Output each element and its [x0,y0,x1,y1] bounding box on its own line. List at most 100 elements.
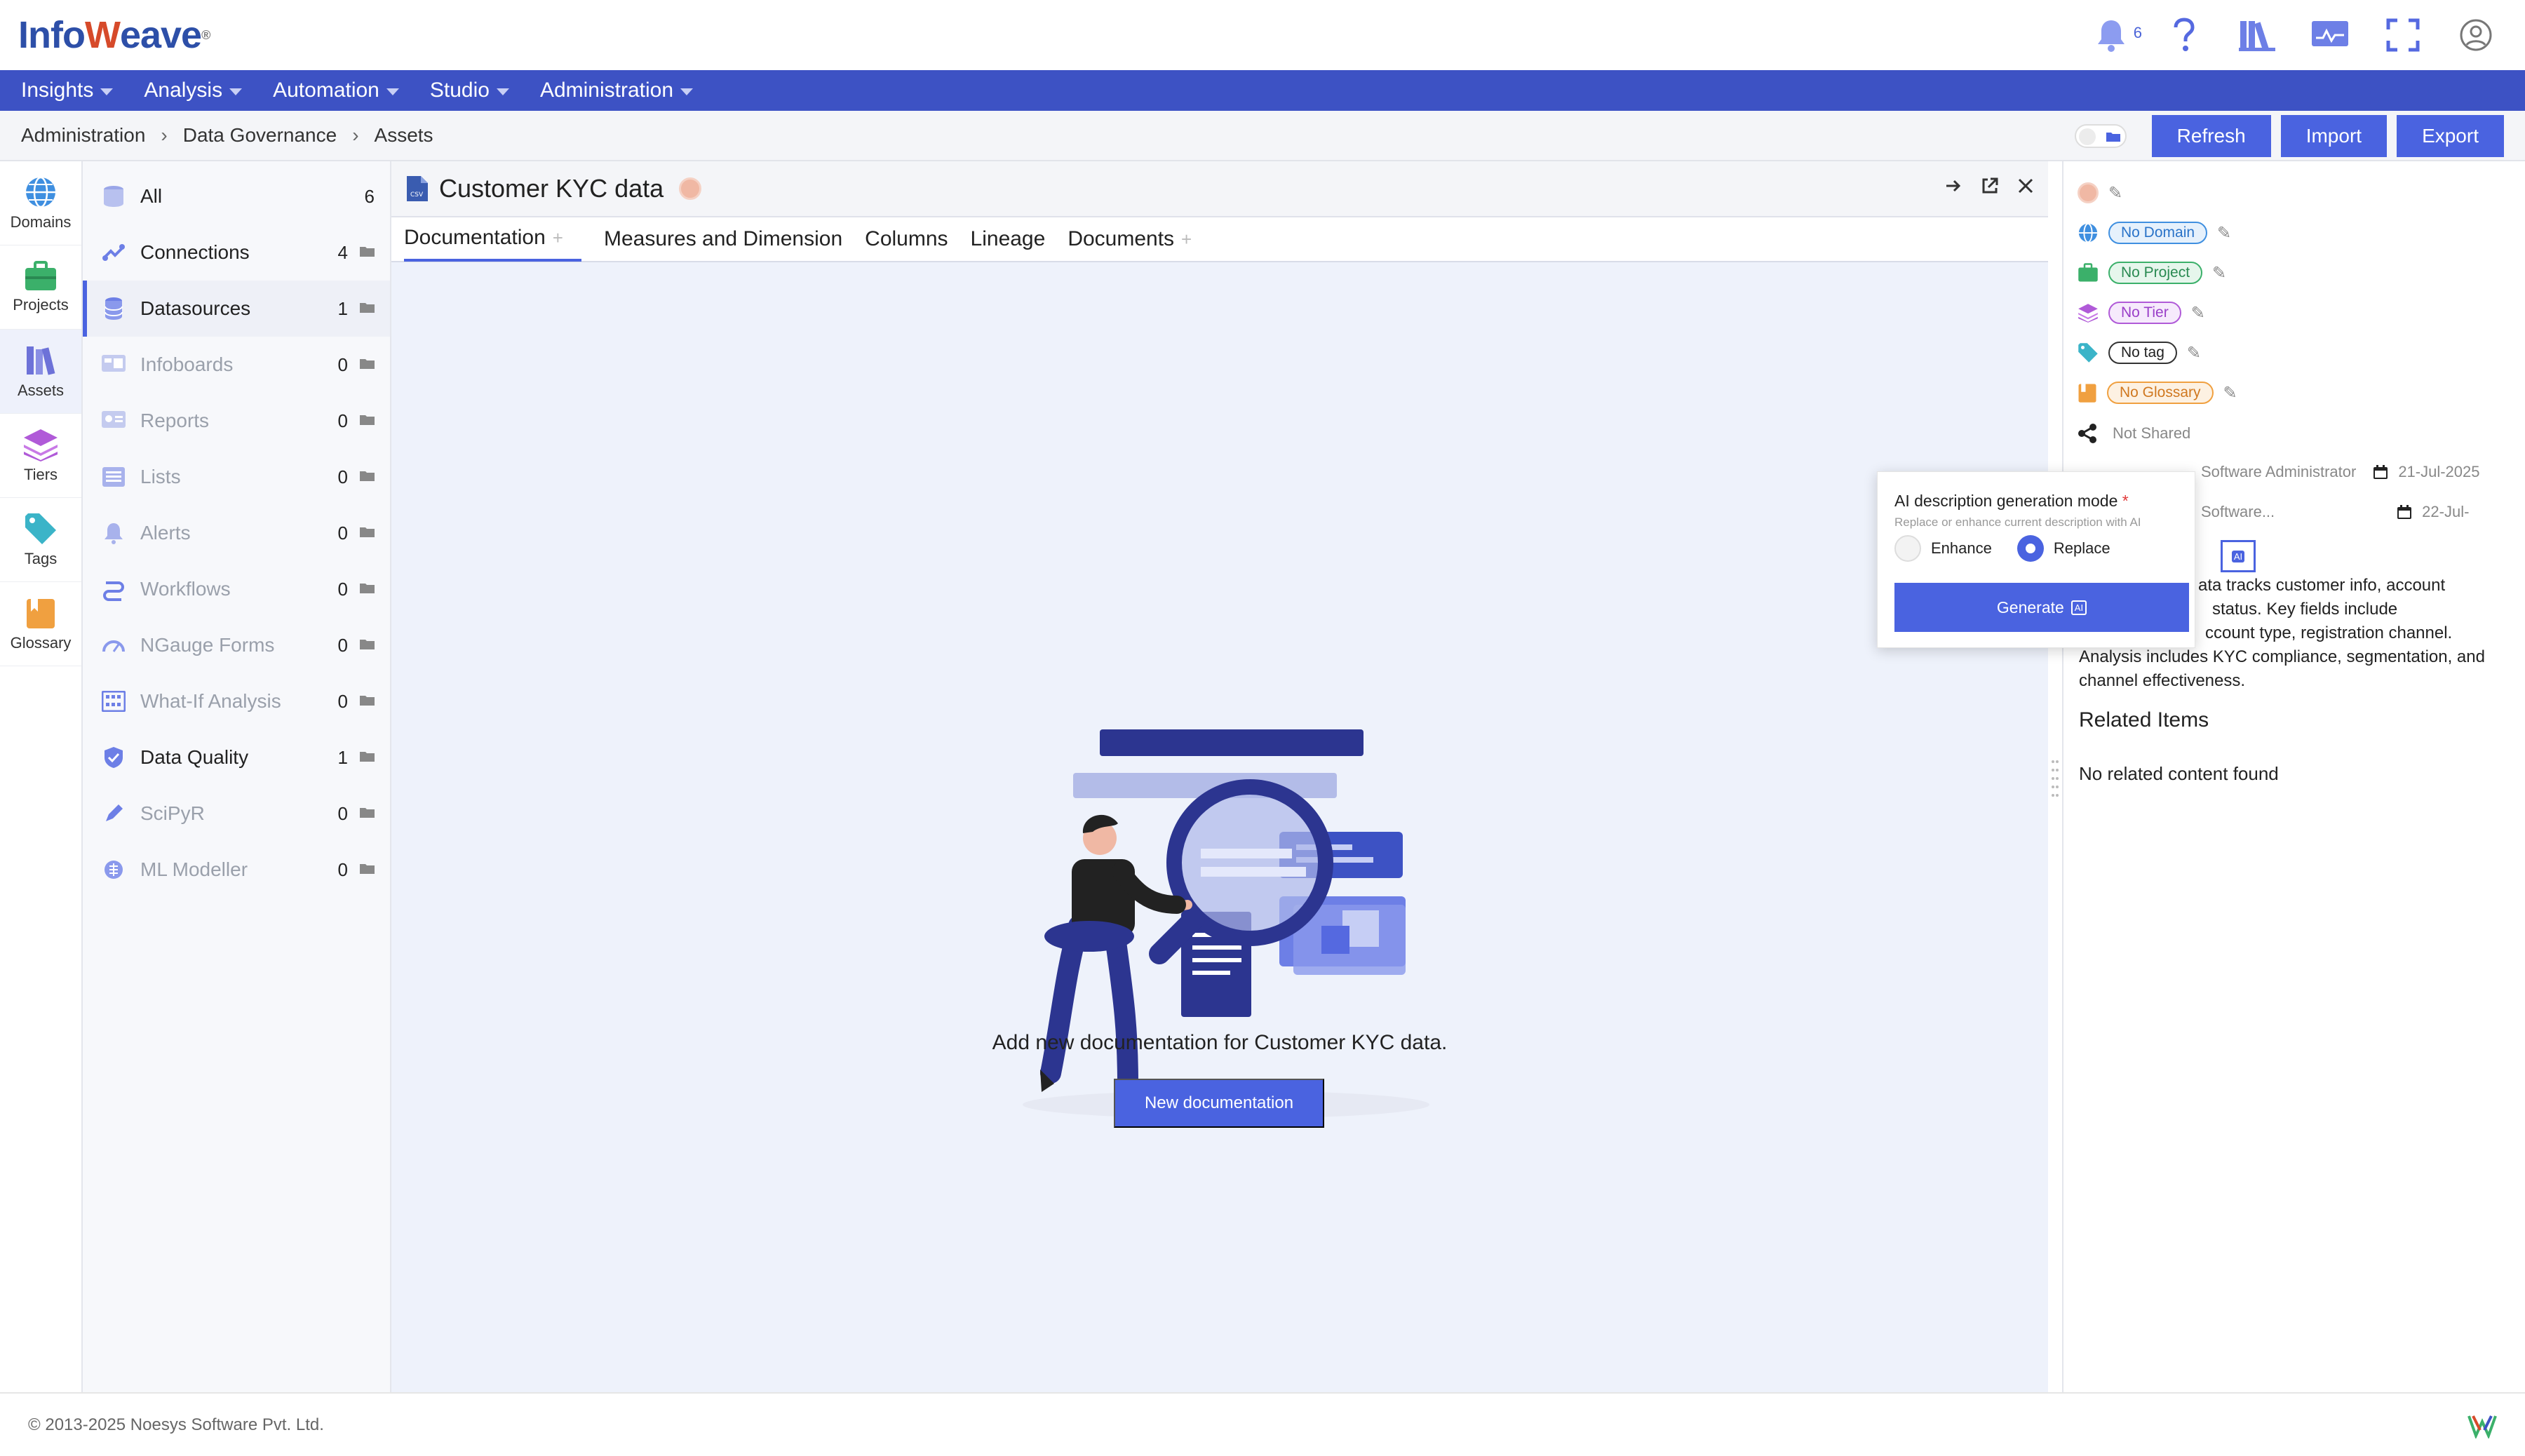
tab-documentation[interactable]: Documentation + [404,217,581,262]
tab-columns[interactable]: Columns [865,217,948,262]
nav-item-all[interactable]: All 6 [83,168,390,224]
rail-tags[interactable]: Tags [0,498,81,582]
nav-item-scipyr[interactable]: SciPyR 0 [83,786,390,842]
brain-icon [100,859,128,880]
rail-domains[interactable]: Domains [0,161,81,245]
folder-open-icon[interactable] [359,750,376,763]
notification-count: 6 [2133,24,2142,41]
ai-generate-description-button[interactable]: AI [2221,540,2256,572]
menu-studio[interactable]: Studio [430,79,509,102]
menu-insights[interactable]: Insights [21,79,114,102]
count-connections: 4 [337,241,348,263]
copyright-text: © 2013-2025 Noesys Software Pvt. Ltd. [28,1415,324,1434]
popup-subtitle: Replace or enhance current description w… [1894,515,2141,529]
calendar-icon [2397,505,2412,519]
domain-badge[interactable]: No Domain [2108,222,2208,244]
add-icon[interactable]: + [1181,229,1192,250]
nav-item-reports[interactable]: Reports 0 [83,393,390,449]
nav-item-data-quality[interactable]: Data Quality 1 [83,729,390,786]
nav-item-datasources[interactable]: Datasources 1 [83,281,390,337]
calendar-icon [2374,465,2388,479]
folder-open-icon[interactable] [359,526,376,539]
nav-item-connections[interactable]: Connections 4 [83,224,390,281]
breadcrumb-data-governance[interactable]: Data Governance [183,124,337,147]
folder-open-icon[interactable] [359,694,376,707]
project-badge[interactable]: No Project [2108,262,2203,284]
asset-title: Customer KYC data [439,174,664,203]
shield-check-icon [100,746,128,769]
new-documentation-button[interactable]: New documentation [1114,1079,1324,1128]
menu-automation[interactable]: Automation [273,79,399,102]
chevron-down-icon [229,88,243,95]
folder-open-icon[interactable] [359,245,376,258]
import-button[interactable]: Import [2280,115,2388,157]
folder-open-icon[interactable] [359,302,376,314]
rail-tiers[interactable]: Tiers [0,414,81,498]
nav-item-workflows[interactable]: Workflows 0 [83,561,390,617]
edit-pencil-icon[interactable]: ✎ [2108,183,2122,203]
nav-item-lists[interactable]: Lists 0 [83,449,390,505]
user-avatar-icon[interactable] [2455,14,2497,56]
replace-radio[interactable] [2016,535,2044,562]
count-reports: 0 [337,410,348,431]
help-icon[interactable] [2163,14,2205,56]
menu-administration[interactable]: Administration [540,79,694,102]
folder-open-icon[interactable] [359,358,376,370]
add-icon[interactable]: + [553,227,563,249]
monitor-icon[interactable] [2309,14,2351,56]
dashboard-icon [100,354,128,375]
folder-open-icon[interactable] [359,470,376,483]
rail-glossary[interactable]: Glossary [0,582,81,666]
rail-assets[interactable]: Assets [0,330,81,414]
open-external-icon[interactable] [1981,177,1999,195]
folder-open-icon[interactable] [359,414,376,426]
nav-item-alerts[interactable]: Alerts 0 [83,505,390,561]
breadcrumb-administration[interactable]: Administration [21,124,145,147]
folder-open-icon[interactable] [359,582,376,595]
tag-badge[interactable]: No tag [2108,342,2177,364]
list-icon [100,466,128,487]
nav-item-ml-modeller[interactable]: ML Modeller 0 [83,842,390,898]
arrow-right-icon[interactable] [1944,177,1962,195]
edit-pencil-icon[interactable]: ✎ [2217,223,2231,243]
edit-pencil-icon[interactable]: ✎ [2187,343,2201,363]
edit-pencil-icon[interactable]: ✎ [2212,263,2226,283]
generate-button[interactable]: Generate AI [1894,583,2189,632]
globe-icon [26,176,55,208]
folder-icon [2106,133,2120,142]
tier-badge[interactable]: No Tier [2108,302,2181,324]
refresh-button[interactable]: Refresh [2151,115,2271,157]
nav-item-infoboards[interactable]: Infoboards 0 [83,337,390,393]
fullscreen-icon[interactable] [2382,14,2424,56]
created-by: Software Administrator [2201,463,2357,480]
view-toggle[interactable] [2074,124,2127,148]
status-indicator-icon [679,177,702,200]
edit-pencil-icon[interactable]: ✎ [2223,383,2237,403]
enhance-label[interactable]: Enhance [1931,539,1992,558]
asset-detail-panel: CSV Customer KYC data Documentation + Mea… [391,161,2059,1392]
edit-pencil-icon[interactable]: ✎ [2191,303,2205,323]
tab-lineage[interactable]: Lineage [971,217,1046,262]
library-icon[interactable] [2236,14,2278,56]
folder-open-icon[interactable] [359,807,376,819]
enhance-radio[interactable] [1894,535,1921,562]
briefcase-icon [25,260,56,290]
export-button[interactable]: Export [2397,115,2504,157]
resize-handle-icon[interactable] [2051,757,2059,807]
count-infoboards: 0 [337,353,348,375]
asset-type-list: All 6 Connections 4 Datasources 1 Infobo… [83,161,391,1392]
main-menu-bar: Insights Analysis Automation Studio Admi… [0,70,2525,111]
notifications-bell-icon[interactable]: 6 [2090,14,2142,56]
glossary-badge[interactable]: No Glossary [2107,382,2214,404]
tab-documents[interactable]: Documents + [1068,217,1192,262]
nav-item-what-if-analysis[interactable]: What-If Analysis 0 [83,673,390,729]
tab-measures-and-dimension[interactable]: Measures and Dimension [604,217,842,262]
replace-label[interactable]: Replace [2054,539,2110,558]
close-icon[interactable] [2017,177,2034,194]
folder-open-icon[interactable] [359,863,376,875]
folder-open-icon[interactable] [359,638,376,651]
nav-item-ngauge-forms[interactable]: NGauge Forms 0 [83,617,390,673]
rail-projects[interactable]: Projects [0,245,81,330]
menu-analysis[interactable]: Analysis [144,79,243,102]
infoweave-logo[interactable]: Info Weave ® [18,10,210,60]
